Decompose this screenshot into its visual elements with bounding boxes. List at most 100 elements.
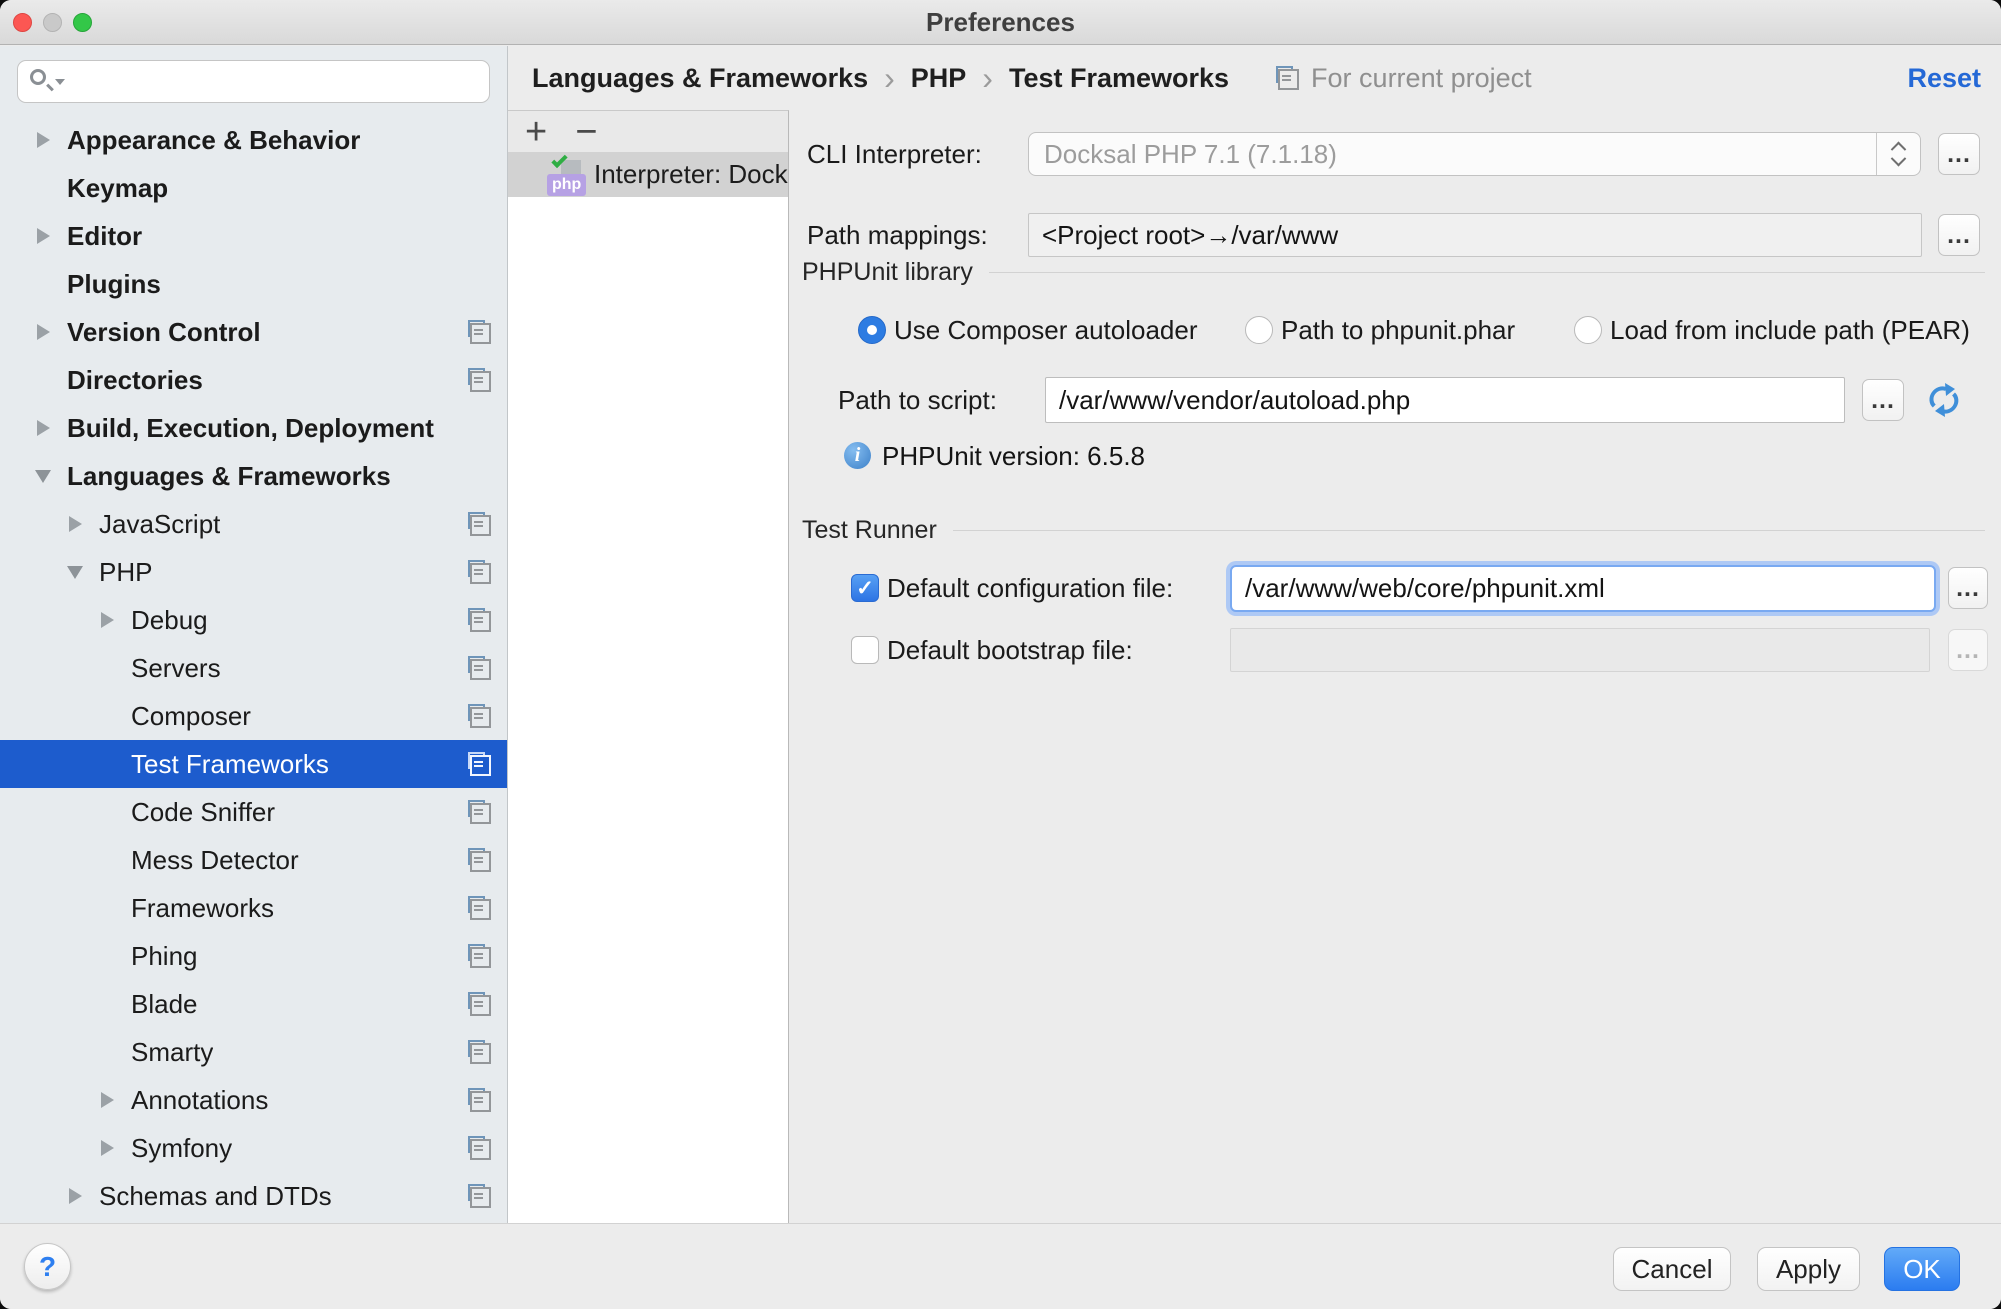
minimize-button-icon[interactable] [43, 13, 62, 32]
radio-path-to-phpunit-phar-label[interactable]: Path to phpunit.phar [1281, 315, 1515, 345]
ok-button[interactable]: OK [1884, 1247, 1960, 1291]
breadcrumb-php[interactable]: PHP [911, 63, 967, 94]
sidebar-item-symfony[interactable]: Symfony [0, 1124, 507, 1172]
expand-arrow-icon[interactable] [33, 320, 67, 344]
php-interpreter-icon: php [546, 154, 584, 196]
breadcrumb-bar: Languages & Frameworks › PHP › Test Fram… [508, 46, 2001, 110]
section-rule [989, 272, 1985, 273]
cli-interpreter-browse-button[interactable]: ... [1938, 133, 1980, 175]
apply-button[interactable]: Apply [1757, 1247, 1860, 1291]
default-bootstrap-label[interactable]: Default bootstrap file: [887, 635, 1133, 665]
project-scope-icon [465, 1038, 493, 1066]
default-bootstrap-checkbox[interactable] [851, 636, 879, 664]
default-config-checkbox[interactable]: ✓ [851, 574, 879, 602]
help-button[interactable]: ? [24, 1243, 71, 1290]
breadcrumb-separator-icon: › [884, 65, 895, 92]
sidebar-item-annotations[interactable]: Annotations [0, 1076, 507, 1124]
path-mappings-browse-button[interactable]: ... [1938, 214, 1980, 256]
radio-use-composer-autoloader[interactable] [858, 316, 886, 344]
project-scope-icon [465, 606, 493, 634]
sidebar-item-servers[interactable]: Servers [0, 644, 507, 692]
sidebar-item-plugins[interactable]: Plugins [0, 260, 507, 308]
reset-link[interactable]: Reset [1907, 63, 1981, 94]
remove-button[interactable]: − [575, 113, 597, 151]
sidebar-item-editor[interactable]: Editor [0, 212, 507, 260]
project-scope-icon [465, 750, 493, 778]
sidebar-item-version-control[interactable]: Version Control [0, 308, 507, 356]
sidebar-item-composer[interactable]: Composer [0, 692, 507, 740]
test-frameworks-form: CLI Interpreter: Docksal PHP 7.1 (7.1.18… [790, 110, 2001, 1223]
sidebar-item-blade[interactable]: Blade [0, 980, 507, 1028]
test-runner-section: Test Runner [802, 514, 1985, 546]
path-mappings-field[interactable]: <Project root>→/var/www [1028, 213, 1922, 257]
project-scope-icon [465, 1086, 493, 1114]
settings-tree: Appearance & Behavior Keymap Editor Plug… [0, 116, 507, 1220]
close-button-icon[interactable] [13, 13, 32, 32]
cli-interpreter-select[interactable]: Docksal PHP 7.1 (7.1.18) [1028, 132, 1921, 176]
sidebar-item-keymap[interactable]: Keymap [0, 164, 507, 212]
settings-sidebar: Appearance & Behavior Keymap Editor Plug… [0, 46, 508, 1223]
default-config-browse-button[interactable]: ... [1948, 567, 1988, 609]
sidebar-item-phing[interactable]: Phing [0, 932, 507, 980]
default-config-label[interactable]: Default configuration file: [887, 573, 1173, 603]
reload-phpunit-icon[interactable] [1925, 380, 1965, 425]
sidebar-item-php[interactable]: PHP [0, 548, 507, 596]
stepper[interactable] [1876, 133, 1920, 175]
project-scope-icon [465, 1182, 493, 1210]
phpunit-library-section-title: PHPUnit library [802, 258, 973, 287]
sidebar-item-frameworks[interactable]: Frameworks [0, 884, 507, 932]
search-input[interactable] [17, 60, 490, 103]
project-scope-icon [465, 990, 493, 1018]
default-bootstrap-browse-button[interactable]: ... [1948, 629, 1988, 671]
expand-arrow-icon[interactable] [97, 608, 131, 632]
sidebar-item-javascript[interactable]: JavaScript [0, 500, 507, 548]
project-scope-icon [465, 702, 493, 730]
path-to-script-value: /var/www/vendor/autoload.php [1059, 385, 1410, 416]
breadcrumb-languages-frameworks[interactable]: Languages & Frameworks [532, 63, 868, 94]
preferences-window: Preferences Appearance & Behavior Keymap… [0, 0, 2001, 1309]
expand-arrow-icon[interactable] [33, 416, 67, 440]
expand-arrow-icon[interactable] [65, 512, 99, 536]
expand-arrow-icon[interactable] [33, 128, 67, 152]
expand-arrow-icon[interactable] [65, 1184, 99, 1208]
sidebar-item-smarty[interactable]: Smarty [0, 1028, 507, 1076]
sidebar-item-mess-detector[interactable]: Mess Detector [0, 836, 507, 884]
radio-load-from-include-path[interactable] [1574, 316, 1602, 344]
sidebar-item-build-execution-deployment[interactable]: Build, Execution, Deployment [0, 404, 507, 452]
path-to-script-browse-button[interactable]: ... [1862, 379, 1904, 421]
add-button[interactable]: + [525, 113, 547, 151]
collapse-arrow-icon[interactable] [33, 464, 67, 488]
collapse-arrow-icon[interactable] [65, 560, 99, 584]
sidebar-item-schemas-and-dtds[interactable]: Schemas and DTDs [0, 1172, 507, 1220]
radio-use-composer-autoloader-label[interactable]: Use Composer autoloader [894, 315, 1198, 345]
project-scope-icon [465, 558, 493, 586]
sidebar-item-languages-frameworks[interactable]: Languages & Frameworks [0, 452, 507, 500]
stepper-down-icon[interactable] [1891, 151, 1907, 167]
path-mappings-value: <Project root>→/var/www [1042, 220, 1338, 251]
zoom-button-icon[interactable] [73, 13, 92, 32]
sidebar-item-debug[interactable]: Debug [0, 596, 507, 644]
default-config-input[interactable]: /var/www/web/core/phpunit.xml [1230, 565, 1936, 612]
interpreter-list-panel: + − php Interpreter: Docksal PHP 7.1 (7.… [508, 110, 789, 1223]
expand-arrow-icon[interactable] [97, 1136, 131, 1160]
expand-arrow-icon[interactable] [33, 224, 67, 248]
project-scope-icon [465, 366, 493, 394]
project-scope-icon [465, 318, 493, 346]
sidebar-item-directories[interactable]: Directories [0, 356, 507, 404]
info-icon: i [844, 442, 871, 469]
cancel-button[interactable]: Cancel [1613, 1247, 1731, 1291]
breadcrumb-test-frameworks[interactable]: Test Frameworks [1009, 63, 1229, 94]
scope-label: For current project [1311, 63, 1532, 94]
radio-path-to-phpunit-phar[interactable] [1245, 316, 1273, 344]
phpunit-version-text: PHPUnit version: 6.5.8 [882, 441, 1145, 471]
path-to-script-input[interactable]: /var/www/vendor/autoload.php [1045, 377, 1845, 423]
radio-load-from-include-path-label[interactable]: Load from include path (PEAR) [1610, 315, 1970, 345]
sidebar-item-code-sniffer[interactable]: Code Sniffer [0, 788, 507, 836]
interpreter-list-item[interactable]: php Interpreter: Docksal PHP 7.1 (7.1.18… [508, 152, 788, 197]
sidebar-item-appearance-behavior[interactable]: Appearance & Behavior [0, 116, 507, 164]
default-bootstrap-input[interactable] [1230, 628, 1930, 672]
expand-arrow-icon[interactable] [97, 1088, 131, 1112]
sidebar-item-test-frameworks[interactable]: Test Frameworks [0, 740, 507, 788]
window-title: Preferences [0, 0, 2001, 45]
search-options-caret-icon[interactable] [55, 79, 65, 85]
